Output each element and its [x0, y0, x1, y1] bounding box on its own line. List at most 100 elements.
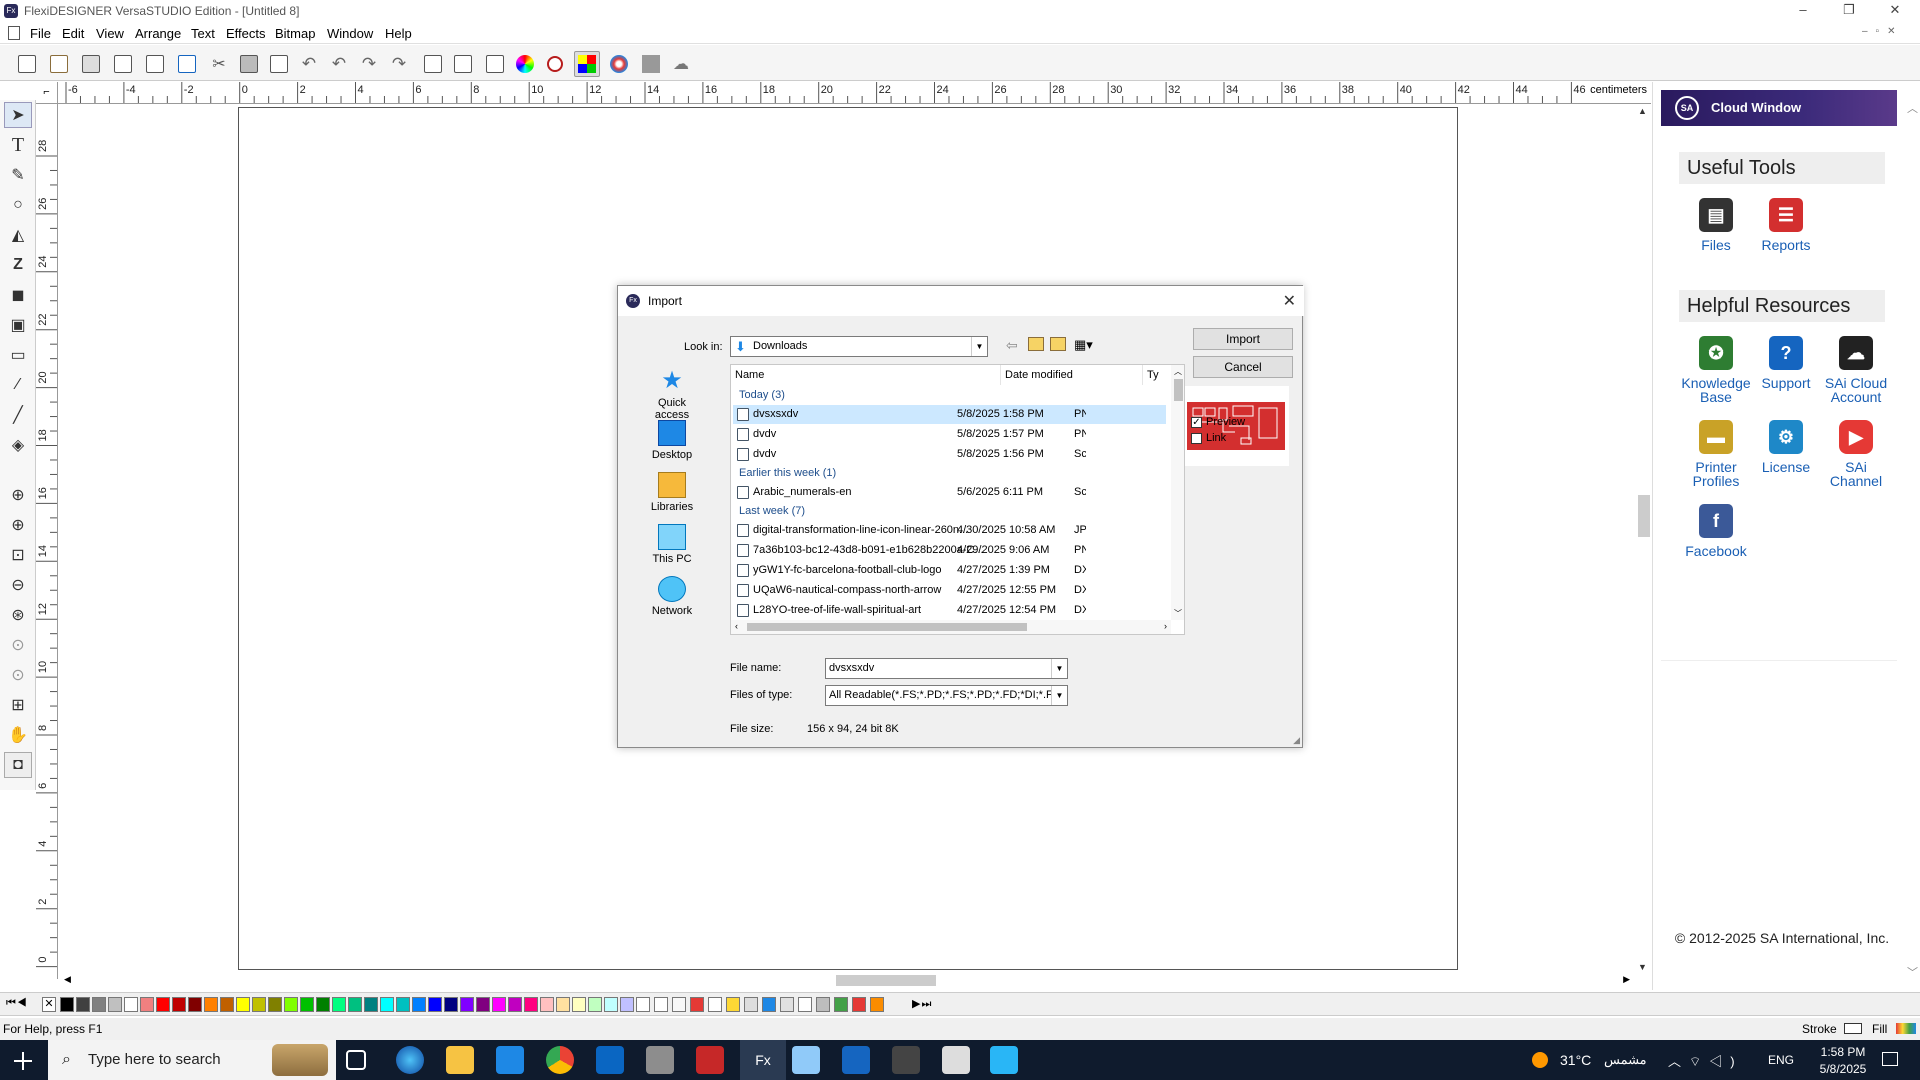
file-row[interactable]: digital-transformation-line-icon-linear-… — [733, 521, 1166, 540]
cloud-window-scrollbar[interactable]: ︿ ﹀ — [1903, 82, 1920, 990]
menu-edit[interactable]: Edit — [62, 26, 84, 41]
color-swatch[interactable] — [92, 997, 106, 1012]
pan-hand-icon[interactable]: ✋ — [4, 722, 32, 748]
color-palette-icon[interactable] — [574, 51, 600, 77]
paste-icon[interactable] — [266, 51, 292, 77]
column-name[interactable]: Name — [731, 365, 1001, 385]
menu-text[interactable]: Text — [191, 26, 215, 41]
color-swatch[interactable] — [300, 997, 314, 1012]
color-swatch[interactable] — [460, 997, 474, 1012]
color-swatch[interactable] — [332, 997, 346, 1012]
color-swatch[interactable] — [252, 997, 266, 1012]
archive-app-icon[interactable] — [646, 1046, 674, 1074]
zoom-in-icon[interactable]: ⊕ — [4, 512, 32, 538]
horizontal-scrollbar[interactable]: ◀ ▶ — [58, 972, 1636, 988]
ruler-origin[interactable]: ⌐ — [36, 82, 58, 104]
color-swatch[interactable] — [396, 997, 410, 1012]
cloud-scroll-up-icon[interactable]: ︿ — [1907, 100, 1918, 116]
zoom-tool-icon[interactable] — [542, 51, 568, 77]
look-in-select[interactable]: ⬇ Downloads ▼ — [730, 336, 988, 357]
mdi-controls[interactable]: –▫✕ — [1862, 26, 1904, 37]
cloud-account-link[interactable]: ☁ SAi Cloud Account — [1821, 336, 1891, 404]
color-swatch[interactable] — [508, 997, 522, 1012]
zoom-all-icon[interactable]: ⊛ — [4, 602, 32, 628]
tray-icons[interactable]: ︿⌔◁) — [1668, 1051, 1743, 1070]
reports-link[interactable]: ☰ Reports — [1751, 198, 1821, 252]
file-row[interactable]: 7a36b103-bc12-43d8-b091-e1b628b2200a-C..… — [733, 541, 1166, 560]
file-group-header[interactable]: Earlier this week (1) — [739, 467, 836, 479]
column-type[interactable]: Ty — [1143, 365, 1173, 385]
fill-swatch[interactable] — [1896, 1023, 1916, 1034]
window-app-icon[interactable] — [792, 1046, 820, 1074]
color-swatch[interactable] — [220, 997, 234, 1012]
file-list[interactable]: Name Date modified Ty Today (3) dvsxsxdv 5… — [730, 364, 1185, 635]
layers-icon[interactable] — [482, 51, 508, 77]
zoom-out-icon[interactable]: ⊖ — [4, 572, 32, 598]
color-swatch[interactable] — [476, 997, 490, 1012]
close-button[interactable]: ✕ — [1872, 0, 1918, 22]
pattern-swatch[interactable] — [690, 997, 704, 1012]
scroll-up-icon[interactable]: ▲ — [1638, 106, 1647, 116]
versaworks-icon[interactable] — [842, 1046, 870, 1074]
menu-file[interactable]: File — [30, 26, 51, 41]
color-swatch[interactable] — [604, 997, 618, 1012]
resize-grip-icon[interactable]: ◢ — [1293, 735, 1300, 746]
flexi-taskbar-icon[interactable]: Fx — [740, 1040, 786, 1080]
color-swatch[interactable] — [156, 997, 170, 1012]
place-this-pc[interactable]: This PC — [640, 524, 704, 565]
cancel-button[interactable]: Cancel — [1193, 356, 1293, 378]
place-network[interactable]: Network — [640, 576, 704, 617]
palette-nav-left-icon[interactable]: ⏮◀ — [6, 997, 28, 1010]
pattern-swatch[interactable] — [726, 997, 740, 1012]
knife-tool-icon[interactable]: ╱ — [4, 402, 32, 428]
color-swatch[interactable] — [364, 997, 378, 1012]
file-name-dropdown-icon[interactable]: ▼ — [1051, 659, 1067, 678]
vertical-ruler[interactable]: 28 26 24 22 20 18 16 14 12 10 8 6 4 2 0 — [36, 104, 58, 979]
menu-effects[interactable]: Effects — [226, 26, 266, 41]
taskbar-search[interactable]: ⌕ Type here to search — [48, 1040, 336, 1080]
zoom-page-icon[interactable]: ⊡ — [4, 542, 32, 568]
color-swatch[interactable] — [428, 997, 442, 1012]
palette-nav-right-icon[interactable]: ▶⏭ — [912, 997, 932, 1011]
bezier-tool-icon[interactable]: ✎ — [4, 162, 32, 188]
file-row[interactable]: UQaW6-nautical-compass-north-arrow 4/27/2… — [733, 581, 1166, 600]
zigzag-tool-icon[interactable]: Z — [4, 252, 32, 278]
color-swatch[interactable] — [620, 997, 634, 1012]
license-link[interactable]: ⚙ License — [1751, 420, 1821, 474]
list-scroll-down-icon[interactable]: ﹀ — [1174, 608, 1182, 619]
file-row[interactable]: dvdv5/8/2025 1:57 PMPN — [733, 425, 1166, 444]
color-swatch[interactable] — [140, 997, 154, 1012]
eyedropper-tool-icon[interactable]: ⁄ — [4, 372, 32, 398]
print-icon[interactable] — [110, 51, 136, 77]
save-icon[interactable] — [78, 51, 104, 77]
select-tool-icon[interactable]: ➤ — [4, 102, 32, 128]
copy-icon[interactable] — [236, 51, 262, 77]
up-folder-icon[interactable] — [1028, 337, 1044, 351]
new-folder-icon[interactable] — [1050, 337, 1066, 351]
column-date-modified[interactable]: Date modified — [1001, 365, 1143, 385]
outlook-icon[interactable] — [596, 1046, 624, 1074]
file-row[interactable]: dvsxsxdv5/8/2025 1:58 PMPN — [733, 405, 1166, 424]
photo-app-icon[interactable] — [990, 1046, 1018, 1074]
horizontal-ruler[interactable]: -6 -4 -2 0 2 4 6 8 10 12 14 16 18 20 22 24 26 28 30 32 34 36 3… — [58, 82, 1651, 104]
color-swatch[interactable] — [540, 997, 554, 1012]
clock-time[interactable]: 1:58 PM — [1808, 1045, 1878, 1059]
color-swatch[interactable] — [60, 997, 74, 1012]
menu-arrange[interactable]: Arrange — [135, 26, 181, 41]
file-group-header[interactable]: Last week (7) — [739, 505, 805, 517]
color-swatch[interactable] — [76, 997, 90, 1012]
input-language[interactable]: ENG — [1768, 1053, 1794, 1067]
color-swatch[interactable] — [524, 997, 538, 1012]
new-icon[interactable] — [14, 51, 40, 77]
color-swatch[interactable] — [572, 997, 586, 1012]
preview-checkbox[interactable]: ✓ — [1191, 417, 1202, 428]
document-app-icon[interactable] — [942, 1046, 970, 1074]
vertical-scrollbar[interactable]: ▲ ▼ — [1636, 104, 1652, 974]
align-icon[interactable] — [450, 51, 476, 77]
zoom-window-icon[interactable]: ⊕ — [4, 482, 32, 508]
color-swatch[interactable] — [316, 997, 330, 1012]
minimize-button[interactable]: – — [1780, 0, 1826, 22]
pattern-swatch[interactable] — [870, 997, 884, 1012]
pattern-swatch[interactable] — [780, 997, 794, 1012]
undo-multiple-icon[interactable]: ↶ — [326, 51, 352, 77]
